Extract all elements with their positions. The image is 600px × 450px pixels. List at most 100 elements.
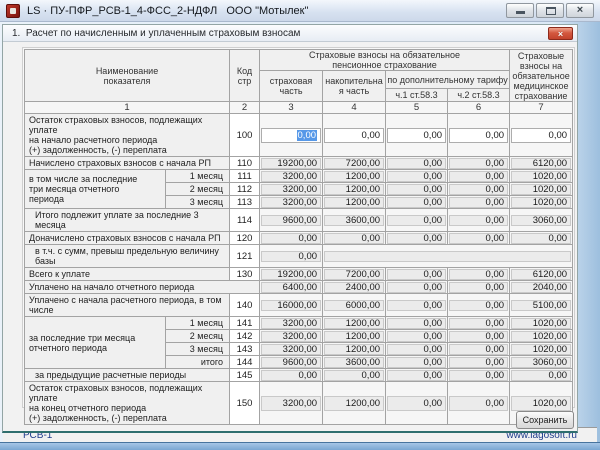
row-label-cell: Уплачено на начало отчетного периода bbox=[25, 281, 260, 294]
value-field[interactable]: 1200,00 bbox=[324, 344, 384, 355]
value-field[interactable]: 0,00 bbox=[449, 171, 508, 182]
table-row: Уплачено на начало отчетного периода6400… bbox=[25, 281, 573, 294]
value-field[interactable]: 0,00 bbox=[387, 184, 446, 195]
value-field[interactable]: 0,00 bbox=[449, 318, 508, 329]
value-field[interactable]: 3060,00 bbox=[511, 357, 571, 368]
value-field[interactable]: 19200,00 bbox=[261, 158, 321, 169]
value-field[interactable]: 1200,00 bbox=[324, 318, 384, 329]
dialog-close-button[interactable]: × bbox=[548, 27, 573, 40]
value-field[interactable]: 2040,00 bbox=[511, 282, 571, 293]
value-field[interactable]: 6000,00 bbox=[324, 300, 384, 311]
value-field[interactable]: 0,00 bbox=[261, 251, 321, 262]
value-field[interactable]: 0,00 bbox=[449, 344, 508, 355]
value-field[interactable]: 0,00 bbox=[261, 233, 321, 244]
value-field[interactable]: 3200,00 bbox=[261, 171, 321, 182]
value-field[interactable]: 0,00 bbox=[449, 300, 508, 311]
value-field[interactable]: 1020,00 bbox=[511, 318, 571, 329]
header-savings-part: накопительна я часть bbox=[323, 71, 386, 102]
value-field[interactable]: 0,00 bbox=[449, 370, 508, 381]
value-field[interactable]: 6120,00 bbox=[511, 269, 571, 280]
value-field[interactable]: 0,00 bbox=[449, 269, 508, 280]
value-field[interactable]: 3200,00 bbox=[261, 184, 321, 195]
value-field[interactable]: 0,00 bbox=[511, 370, 571, 381]
value-field[interactable]: 0,00 bbox=[387, 300, 446, 311]
value-field[interactable]: 0,00 bbox=[511, 128, 571, 143]
value-field[interactable]: 3060,00 bbox=[511, 215, 571, 226]
titlebar: LS · ПУ-ПФР_РСВ-1_4-ФСС_2-НДФЛ ООО "Моты… bbox=[0, 0, 600, 22]
value-field[interactable]: 1200,00 bbox=[324, 396, 384, 411]
value-field[interactable]: 3200,00 bbox=[261, 197, 321, 208]
value-field[interactable]: 6400,00 bbox=[261, 282, 321, 293]
value-field[interactable]: 0,00 bbox=[387, 128, 446, 143]
value-field[interactable]: 0,00 bbox=[449, 331, 508, 342]
value-cell: 1020,00 bbox=[510, 330, 573, 343]
table-row: Всего к уплате13019200,007200,000,000,00… bbox=[25, 268, 573, 281]
value-field[interactable]: 0,00 bbox=[261, 370, 321, 381]
dialog-titlebar: 1. Расчет по начисленным и уплаченным ст… bbox=[3, 25, 577, 42]
value-field[interactable]: 0,00 bbox=[387, 396, 446, 411]
value-field[interactable]: 5100,00 bbox=[511, 300, 571, 311]
value-field[interactable]: 0,00 bbox=[387, 215, 446, 226]
close-button[interactable]: × bbox=[566, 3, 594, 18]
maximize-button[interactable] bbox=[536, 3, 564, 18]
value-field[interactable]: 9600,00 bbox=[261, 215, 321, 226]
value-field[interactable]: 0,00 bbox=[387, 233, 446, 244]
value-field[interactable]: 1020,00 bbox=[511, 171, 571, 182]
value-field[interactable]: 0,00 bbox=[387, 171, 446, 182]
value-field[interactable]: 0,00 bbox=[449, 197, 508, 208]
value-field[interactable]: 3600,00 bbox=[324, 357, 384, 368]
row-sublabel-cell: итого bbox=[166, 356, 230, 369]
value-field[interactable]: 3200,00 bbox=[261, 396, 321, 411]
value-field[interactable]: 7200,00 bbox=[324, 269, 384, 280]
value-field[interactable]: 0,00 bbox=[387, 331, 446, 342]
value-field[interactable]: 1020,00 bbox=[511, 344, 571, 355]
value-field[interactable]: 0,00 bbox=[261, 128, 321, 143]
value-cell: 0,00 bbox=[448, 369, 510, 382]
value-field[interactable]: 3200,00 bbox=[261, 318, 321, 329]
value-field[interactable]: 0,00 bbox=[324, 233, 384, 244]
value-field[interactable]: 3200,00 bbox=[261, 344, 321, 355]
value-field[interactable]: 1020,00 bbox=[511, 197, 571, 208]
value-field[interactable]: 9600,00 bbox=[261, 357, 321, 368]
value-field[interactable]: 1200,00 bbox=[324, 171, 384, 182]
value-field[interactable]: 2400,00 bbox=[324, 282, 384, 293]
value-field[interactable]: 16000,00 bbox=[261, 300, 321, 311]
dialog-title: 1. Расчет по начисленным и уплаченным ст… bbox=[12, 25, 300, 42]
value-field[interactable]: 1020,00 bbox=[511, 331, 571, 342]
value-field[interactable]: 0,00 bbox=[387, 344, 446, 355]
value-field[interactable]: 3200,00 bbox=[261, 331, 321, 342]
minimize-button[interactable] bbox=[506, 3, 534, 18]
value-field[interactable]: 1200,00 bbox=[324, 184, 384, 195]
value-cell: 0,00 bbox=[386, 317, 448, 330]
value-field[interactable]: 0,00 bbox=[449, 233, 508, 244]
value-field[interactable]: 0,00 bbox=[387, 197, 446, 208]
value-field[interactable]: 3600,00 bbox=[324, 215, 384, 226]
value-field[interactable]: 1020,00 bbox=[511, 396, 571, 411]
value-field[interactable]: 0,00 bbox=[449, 184, 508, 195]
value-field[interactable]: 0,00 bbox=[511, 233, 571, 244]
value-field[interactable]: 1200,00 bbox=[324, 331, 384, 342]
value-field[interactable]: 0,00 bbox=[387, 318, 446, 329]
value-field[interactable]: 0,00 bbox=[449, 215, 508, 226]
value-field[interactable]: 0,00 bbox=[324, 370, 384, 381]
value-field[interactable]: 0,00 bbox=[387, 282, 446, 293]
value-field[interactable]: 0,00 bbox=[387, 370, 446, 381]
value-field[interactable]: 0,00 bbox=[449, 128, 508, 143]
value-field[interactable]: 19200,00 bbox=[261, 269, 321, 280]
value-field[interactable]: 0,00 bbox=[449, 158, 508, 169]
value-field[interactable]: 7200,00 bbox=[324, 158, 384, 169]
value-field[interactable]: 0,00 bbox=[449, 396, 508, 411]
column-number: 4 bbox=[323, 102, 386, 114]
value-field[interactable]: 0,00 bbox=[449, 282, 508, 293]
save-button[interactable]: Сохранить bbox=[516, 411, 574, 429]
value-field[interactable]: 0,00 bbox=[449, 357, 508, 368]
value-field[interactable]: 1020,00 bbox=[511, 184, 571, 195]
value-field[interactable]: 0,00 bbox=[387, 158, 446, 169]
value-field[interactable]: 0,00 bbox=[387, 357, 446, 368]
row-sublabel-cell: 1 месяц bbox=[166, 317, 230, 330]
value-field[interactable]: 0,00 bbox=[387, 269, 446, 280]
close-icon: × bbox=[567, 3, 593, 18]
value-field[interactable]: 1200,00 bbox=[324, 197, 384, 208]
value-field[interactable]: 0,00 bbox=[324, 128, 384, 143]
value-field[interactable]: 6120,00 bbox=[511, 158, 571, 169]
